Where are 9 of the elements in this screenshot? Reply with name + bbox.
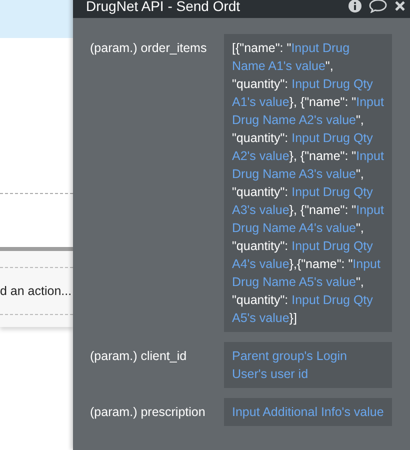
panel-title: DrugNet API - Send Ordt [86,0,242,14]
param-label: (param.) prescription [90,404,206,421]
param-label: (param.) order_items [90,40,208,57]
expression-field[interactable]: [{"name": "Input Drug Name A1's value", "quantity": Input Drug Qty A1's value}, {"name": "Input Drug Name A2's value", "quantity": Input Drug Qty A2's value}, {"name": "Input Drug Name A3's value", "quantity": Input Drug Qty A3's value}, {"name": "Input Drug Name A4's value", "quantity": Input Drug Qty A4's value},{"name": "Input Drug Name A5's value", "quantity": Input Drug Qty A5's value}] [224,34,392,332]
close-icon[interactable] [394,0,406,12]
comment-icon[interactable] [369,0,387,12]
action-placeholder-text[interactable]: d an action... [0,284,72,298]
info-icon[interactable] [348,0,362,12]
param-label: (param.) client_id [90,348,188,365]
